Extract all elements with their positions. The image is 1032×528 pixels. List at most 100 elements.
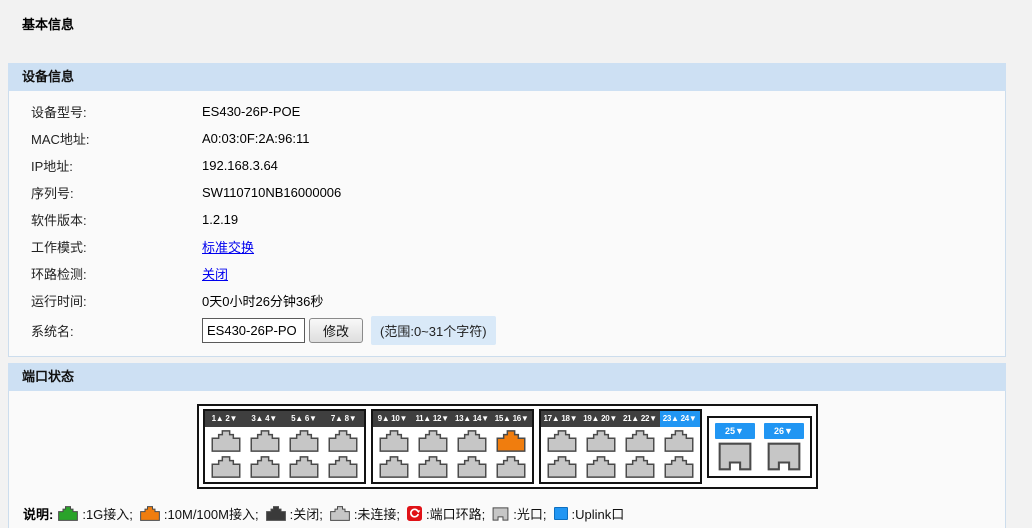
device-info-body: 设备型号: ES430-26P-POE MAC地址: A0:03:0F:2A:9… (8, 91, 1006, 357)
port-pair-label-7-8: 7▲ 8▼ (324, 411, 364, 427)
port-26-icon (764, 442, 804, 471)
port-9-icon (378, 430, 410, 452)
work-mode-link[interactable]: 标准交换 (202, 237, 254, 256)
legend-item: :10M/100M接入; (140, 504, 264, 523)
port-pair-label-5-6: 5▲ 6▼ (284, 411, 324, 427)
legend-item: :端口环路; (407, 504, 490, 523)
port-label-26: 26▼ (764, 423, 804, 439)
port-21-icon (624, 430, 656, 452)
serial-number-row: 序列号: SW110710NB16000006 (9, 179, 1005, 206)
port-3-icon (249, 430, 281, 452)
port-1-icon (210, 430, 242, 452)
port-panel: 1▲ 2▼3▲ 4▼5▲ 6▼7▲ 8▼ 9▲ 10▼11▲ 12▼13▲ 14▼… (197, 404, 818, 489)
port-11-icon (417, 430, 449, 452)
uplink-icon (554, 507, 568, 520)
system-name-input[interactable] (202, 318, 305, 343)
device-model-value: ES430-26P-POE (202, 104, 300, 119)
legend-text: :光口; (513, 504, 546, 523)
mac-address-row: MAC地址: A0:03:0F:2A:96:11 (9, 125, 1005, 152)
legend-text: :10M/100M接入; (164, 504, 259, 523)
port-24-icon (663, 456, 695, 478)
port-pair-label-23-24: 23▲ 24▼ (660, 411, 700, 427)
port-5-icon (288, 430, 320, 452)
modify-button[interactable]: 修改 (309, 318, 363, 343)
device-model-label: 设备型号: (31, 102, 202, 121)
port-group-2: 9▲ 10▼11▲ 12▼13▲ 14▼15▲ 16▼ (371, 409, 534, 484)
mac-address-value: A0:03:0F:2A:96:11 (202, 131, 309, 146)
closed-port-icon (266, 506, 286, 521)
port-status-body: 1▲ 2▼3▲ 4▼5▲ 6▼7▲ 8▼ 9▲ 10▼11▲ 12▼13▲ 14▼… (8, 391, 1006, 528)
orange-port-icon (140, 506, 160, 521)
port-grid (205, 427, 364, 482)
port-20-icon (585, 456, 617, 478)
port-grid (373, 427, 532, 482)
software-version-label: 软件版本: (31, 210, 202, 229)
ip-address-value: 192.168.3.64 (202, 158, 278, 173)
serial-number-label: 序列号: (31, 183, 202, 202)
port-19-icon (585, 430, 617, 452)
legend-text: :端口环路; (426, 504, 485, 523)
sfp-port-group: 25▼ 26▼ (707, 416, 812, 478)
software-version-value: 1.2.19 (202, 212, 238, 227)
legend-item: :光口; (492, 504, 551, 523)
legend-text: :未连接; (354, 504, 400, 523)
port-pair-label-1-2: 1▲ 2▼ (205, 411, 245, 427)
mac-address-label: MAC地址: (31, 129, 202, 148)
system-name-row: 系统名: 修改 (范围:0~31个字符) (9, 314, 1005, 347)
port-10-icon (378, 456, 410, 478)
port-23-icon (663, 430, 695, 452)
port-label-25: 25▼ (715, 423, 755, 439)
port-pair-label-17-18: 17▲ 18▼ (541, 411, 581, 427)
port-4-icon (249, 456, 281, 478)
port-17-icon (546, 430, 578, 452)
legend-text: :关闭; (290, 504, 323, 523)
port-7-icon (327, 430, 359, 452)
port-pair-label-3-4: 3▲ 4▼ (244, 411, 284, 427)
legend-label: 说明: (23, 504, 53, 523)
port-pair-label-9-10: 9▲ 10▼ (373, 411, 413, 427)
serial-number-value: SW110710NB16000006 (202, 185, 341, 200)
loop-detect-link[interactable]: 关闭 (202, 264, 228, 283)
work-mode-label: 工作模式: (31, 237, 202, 256)
legend-item: :Uplink口 (554, 504, 630, 523)
system-name-label: 系统名: (31, 321, 202, 340)
port-25-icon (715, 442, 755, 471)
port-8-icon (327, 456, 359, 478)
port-group-header: 9▲ 10▼11▲ 12▼13▲ 14▼15▲ 16▼ (373, 411, 532, 427)
sfp-port-26: 26▼ (764, 423, 804, 471)
port-status-section: 端口状态 1▲ 2▼3▲ 4▼5▲ 6▼7▲ 8▼9▲ 10▼11▲ 12▼13… (8, 363, 1006, 528)
port-pair-label-21-22: 21▲ 22▼ (620, 411, 660, 427)
port-22-icon (624, 456, 656, 478)
uptime-label: 运行时间: (31, 291, 202, 310)
ip-address-row: IP地址: 192.168.3.64 (9, 152, 1005, 179)
port-pair-label-13-14: 13▲ 14▼ (452, 411, 492, 427)
legend-text: :1G接入; (82, 504, 133, 523)
port-6-icon (288, 456, 320, 478)
port-18-icon (546, 456, 578, 478)
port-13-icon (456, 430, 488, 452)
loop-detect-label: 环路检测: (31, 264, 202, 283)
ip-address-label: IP地址: (31, 156, 202, 175)
device-info-section: 设备信息 设备型号: ES430-26P-POE MAC地址: A0:03:0F… (8, 63, 1006, 357)
range-hint: (范围:0~31个字符) (371, 316, 496, 345)
port-legend: 说明: :1G接入; :10M/100M接入; :关闭; :未连接; :端口环路; :光口… (23, 504, 1005, 523)
legend-item: :未连接; (330, 504, 405, 523)
disconnected-port-icon (330, 506, 350, 521)
port-15-icon (495, 430, 527, 452)
uptime-value: 0天0小时26分钟36秒 (202, 291, 323, 310)
software-version-row: 软件版本: 1.2.19 (9, 206, 1005, 233)
port-2-icon (210, 456, 242, 478)
fiber-port-icon (492, 507, 509, 521)
device-model-row: 设备型号: ES430-26P-POE (9, 98, 1005, 125)
work-mode-row: 工作模式: 标准交换 (9, 233, 1005, 260)
page-title: 基本信息 (0, 0, 1032, 33)
port-16-icon (495, 456, 527, 478)
port-group-header: 1▲ 2▼3▲ 4▼5▲ 6▼7▲ 8▼ (205, 411, 364, 427)
sfp-port-25: 25▼ (715, 423, 755, 471)
port-group-3: 17▲ 18▼19▲ 20▼21▲ 22▼23▲ 24▼ (539, 409, 702, 484)
port-pair-label-11-12: 11▲ 12▼ (412, 411, 452, 427)
port-14-icon (456, 456, 488, 478)
port-pair-label-15-16: 15▲ 16▼ (492, 411, 532, 427)
port-group-1: 1▲ 2▼3▲ 4▼5▲ 6▼7▲ 8▼ (203, 409, 366, 484)
device-info-header: 设备信息 (8, 63, 1006, 91)
